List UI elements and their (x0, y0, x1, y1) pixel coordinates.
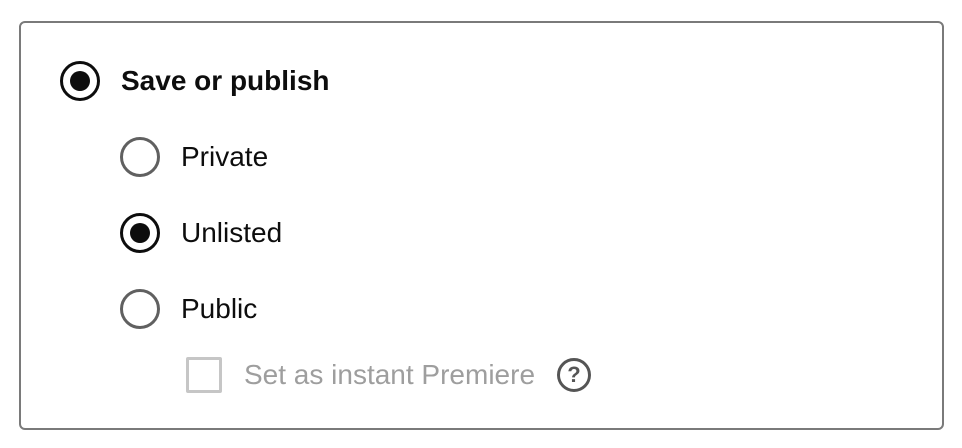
instant-premiere-label: Set as instant Premiere (244, 359, 536, 390)
unlisted-radio[interactable] (120, 213, 160, 253)
public-option[interactable]: Public (120, 289, 257, 329)
private-label: Private (181, 141, 269, 172)
private-radio[interactable] (120, 137, 160, 177)
instant-premiere-checkbox (186, 357, 222, 393)
unlisted-option[interactable]: Unlisted (120, 213, 282, 253)
visibility-panel: Save or publish Private Unlisted Public … (19, 21, 944, 430)
help-circle-icon[interactable]: ? (557, 358, 592, 392)
public-label: Public (181, 293, 258, 324)
private-option[interactable]: Private (120, 137, 268, 177)
instant-premiere-option: Set as instant Premiere ? (186, 357, 592, 393)
save-or-publish-label: Save or publish (121, 65, 330, 96)
unlisted-label: Unlisted (181, 217, 283, 248)
save-or-publish-radio[interactable] (60, 61, 100, 101)
save-or-publish-option[interactable]: Save or publish (60, 61, 330, 101)
public-radio[interactable] (120, 289, 160, 329)
